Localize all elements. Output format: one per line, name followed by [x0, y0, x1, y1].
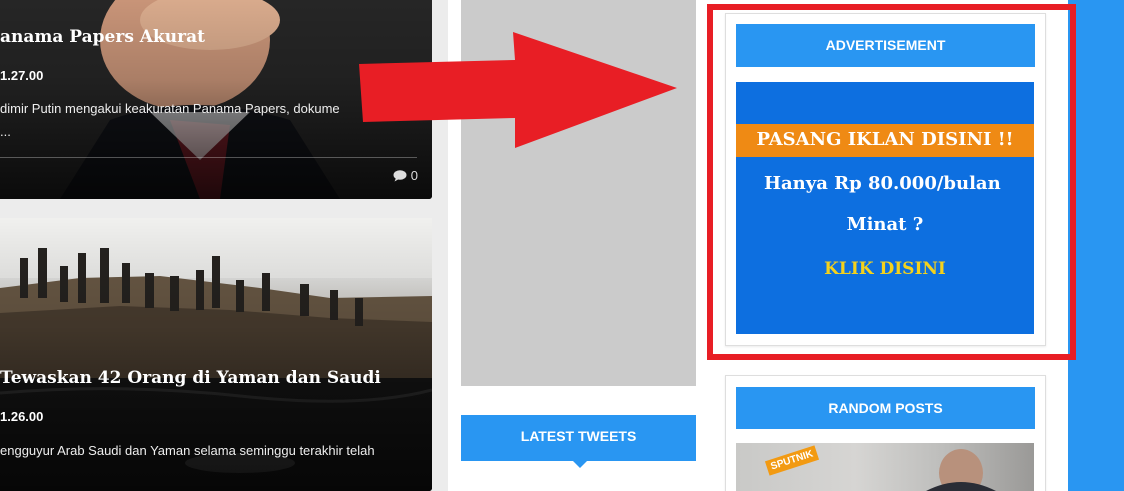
highlight-frame — [707, 4, 1076, 360]
post-excerpt-line: engguyur Arab Saudi dan Yaman selama sem… — [0, 443, 375, 458]
red-arrow-icon — [359, 32, 677, 148]
latest-tweets-heading: LATEST TWEETS — [461, 415, 696, 468]
post-title[interactable]: Tewaskan 42 Orang di Yaman dan Saudi — [0, 368, 381, 388]
post-excerpt: engguyur Arab Saudi dan Yaman selama sem… — [0, 439, 425, 462]
comment-count: 0 — [410, 168, 418, 183]
post-date: 1.26.00 — [0, 409, 44, 424]
random-posts-heading: RANDOM POSTS — [736, 387, 1035, 429]
post-divider — [0, 157, 417, 158]
post-date: 1.27.00 — [0, 68, 44, 83]
comment-bubble-icon — [393, 169, 407, 181]
random-post-thumbnail[interactable]: SPUTNIK — [736, 443, 1034, 491]
page-background-edge — [1068, 0, 1124, 491]
post-title[interactable]: anama Papers Akurat — [0, 27, 205, 47]
random-thumb-illustration — [926, 449, 996, 491]
post-comments[interactable]: 0 — [393, 168, 418, 183]
post-card-yaman[interactable]: Tewaskan 42 Orang di Yaman dan Saudi 1.2… — [0, 218, 432, 491]
